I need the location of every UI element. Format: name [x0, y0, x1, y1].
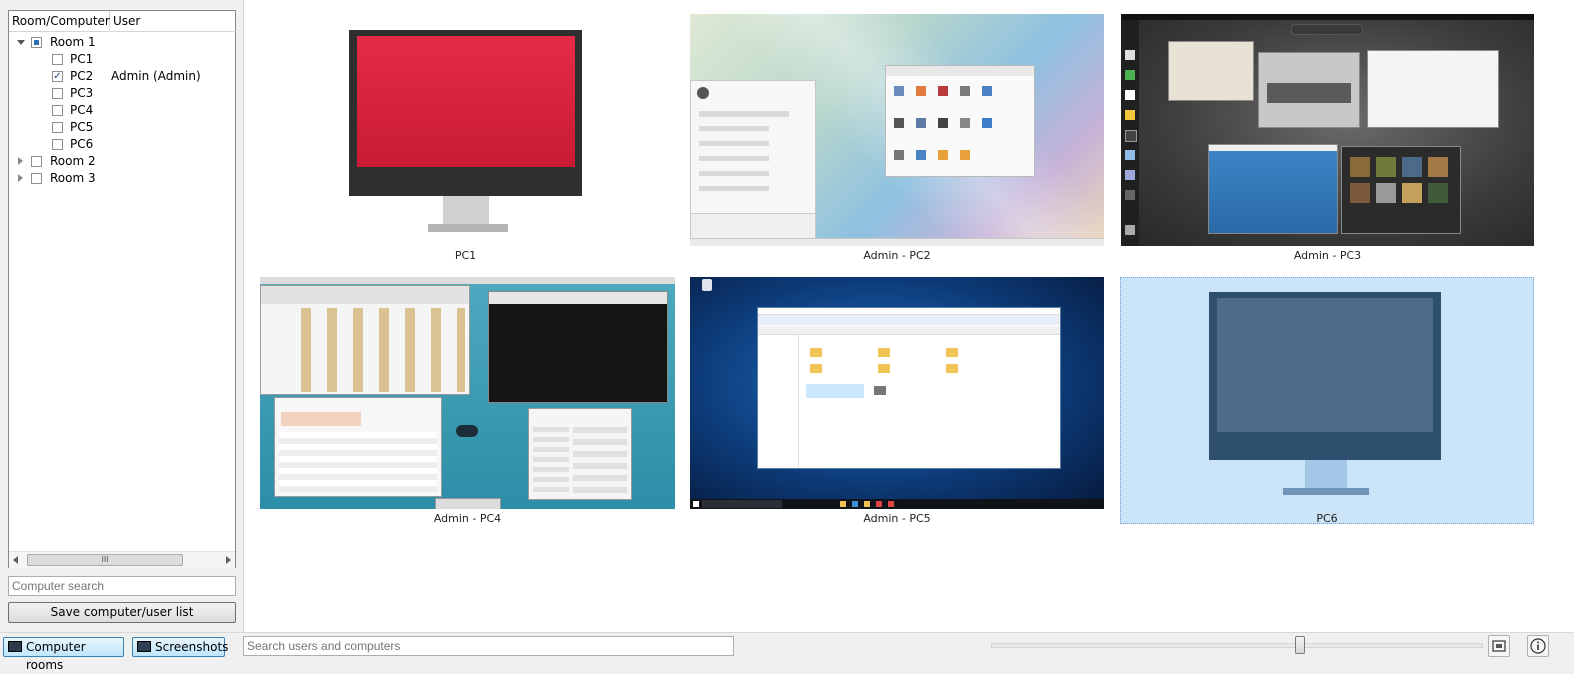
tile-caption: Admin - PC4	[433, 512, 502, 525]
monitor-off-icon	[349, 30, 582, 232]
file-explorer-window	[757, 307, 1061, 469]
xfce-mouse-logo	[456, 421, 484, 439]
computer-checkbox[interactable]	[52, 105, 63, 116]
computer-label: PC3	[70, 86, 94, 100]
tree-computer-pc2[interactable]: ✓ PC2 Admin (Admin)	[9, 68, 235, 85]
panel	[260, 277, 675, 284]
about-button[interactable]	[1527, 635, 1549, 657]
left-panel: Room/Computer User Room 1 PC1 ✓ PC2 Admi…	[0, 0, 243, 632]
computer-label: PC5	[70, 120, 94, 134]
system-settings-window	[885, 65, 1035, 177]
computer-checkbox[interactable]	[52, 54, 63, 65]
tile-caption: Admin - PC3	[1293, 249, 1362, 262]
computer-tree[interactable]: Room/Computer User Room 1 PC1 ✓ PC2 Admi…	[8, 10, 237, 568]
window-thumbnail	[1341, 146, 1461, 234]
computer-label: PC6	[70, 137, 94, 151]
screenshots-label: Screenshots	[155, 640, 229, 654]
computer-checkbox[interactable]	[52, 122, 63, 133]
screenshot-grid: PC1 Admin - PC2 Admin - PC3 Admin - PC4 …	[243, 0, 1574, 632]
computer-checkbox[interactable]: ✓	[52, 71, 63, 82]
file-manager-window	[260, 285, 470, 395]
computer-rooms-button[interactable]: Computer rooms	[3, 637, 124, 672]
camera-icon	[137, 641, 151, 652]
tree-computer-pc1[interactable]: PC1	[9, 51, 235, 68]
computer-tile-pc1[interactable]	[258, 14, 673, 246]
expand-arrow-icon[interactable]	[18, 157, 23, 165]
task-manager-window	[274, 397, 442, 497]
windows-taskbar	[690, 499, 1104, 509]
search-field	[1291, 24, 1363, 35]
computer-rooms-icon	[8, 641, 22, 652]
taskbar	[690, 238, 1104, 246]
scroll-right-icon[interactable]	[226, 556, 231, 564]
room-label: Room 1	[50, 35, 96, 49]
computer-label: PC2	[70, 69, 94, 83]
tree-room-1[interactable]: Room 1	[9, 34, 235, 51]
tree-room-2[interactable]: Room 2	[9, 153, 235, 170]
computer-label: PC1	[70, 52, 94, 66]
fit-to-screen-icon	[1492, 640, 1506, 652]
save-computer-list-button[interactable]: Save computer/user list	[8, 602, 236, 623]
computer-tile-pc6[interactable]: PC6	[1120, 277, 1534, 525]
computer-label: PC4	[70, 103, 94, 117]
computer-search-input[interactable]	[8, 576, 236, 596]
column-header-room[interactable]: Room/Computer	[9, 11, 110, 32]
tree-computer-pc3[interactable]: PC3	[9, 85, 235, 102]
tree-computer-pc5[interactable]: PC5	[9, 119, 235, 136]
start-icon	[693, 501, 699, 507]
screenshots-button[interactable]: Screenshots	[132, 637, 229, 657]
zoom-slider[interactable]	[991, 643, 1483, 648]
computer-tile-pc3[interactable]	[1121, 14, 1534, 246]
terminal-window	[488, 291, 668, 403]
window-thumbnail	[1168, 41, 1254, 101]
tree-computer-pc6[interactable]: PC6	[9, 136, 235, 153]
tile-caption: PC6	[1316, 512, 1338, 525]
window-thumbnail	[1208, 144, 1338, 234]
fit-view-button[interactable]	[1488, 635, 1510, 657]
tree-computer-pc4[interactable]: PC4	[9, 102, 235, 119]
dock	[435, 498, 501, 509]
tree-room-3[interactable]: Room 3	[9, 170, 235, 187]
computer-tile-pc2[interactable]	[690, 14, 1104, 246]
expand-arrow-icon[interactable]	[17, 40, 25, 45]
computer-tile-pc5[interactable]	[690, 277, 1104, 509]
column-header-user[interactable]: User	[110, 11, 237, 32]
room-checkbox[interactable]	[31, 156, 42, 167]
info-icon	[1530, 638, 1546, 654]
room-checkbox[interactable]	[31, 173, 42, 184]
scrollbar-thumb[interactable]: III	[27, 554, 183, 566]
computer-user: Admin (Admin)	[111, 69, 201, 83]
tile-caption: Admin - PC2	[863, 249, 931, 262]
zoom-slider-thumb[interactable]	[1294, 636, 1305, 654]
app-menu-window	[528, 408, 632, 500]
horizontal-scrollbar[interactable]: III	[9, 551, 235, 568]
room-label: Room 3	[50, 171, 96, 185]
expand-arrow-icon[interactable]	[18, 174, 23, 182]
tile-caption: Admin - PC5	[863, 512, 931, 525]
room-label: Room 2	[50, 154, 96, 168]
computer-tile-pc4[interactable]	[260, 277, 675, 509]
window-thumbnail	[1367, 50, 1499, 128]
window-thumbnail	[1258, 52, 1360, 128]
dash	[1121, 20, 1139, 246]
recycle-bin-icon	[702, 279, 712, 291]
search-users-computers-input[interactable]	[243, 636, 734, 656]
app-launcher-menu	[690, 80, 816, 242]
room-checkbox[interactable]	[31, 37, 42, 48]
taskbar-search	[702, 500, 782, 508]
monitor-on-icon	[1209, 292, 1441, 495]
avatar	[697, 87, 709, 99]
tile-caption: PC1	[454, 249, 477, 262]
computer-checkbox[interactable]	[52, 139, 63, 150]
top-bar	[1121, 14, 1534, 20]
computer-rooms-label: Computer rooms	[26, 640, 86, 672]
computer-checkbox[interactable]	[52, 88, 63, 99]
scroll-left-icon[interactable]	[13, 556, 18, 564]
